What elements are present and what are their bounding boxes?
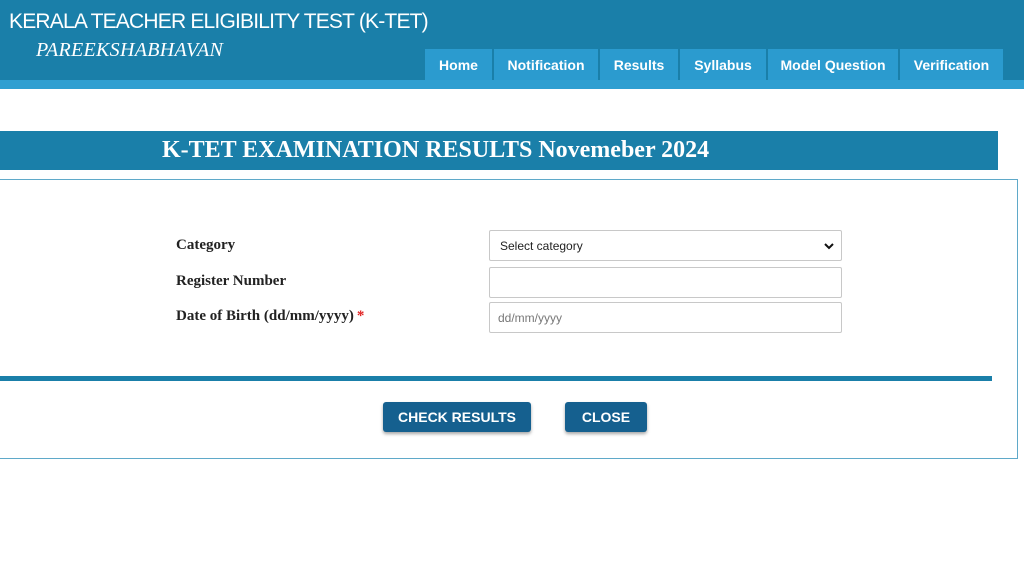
category-select-value: Select category (500, 238, 583, 253)
register-number-input[interactable] (489, 267, 842, 298)
dob-input[interactable] (489, 302, 842, 333)
dob-label-text: Date of Birth (dd/mm/yyyy) (176, 308, 354, 324)
nav-notification[interactable]: Notification (494, 49, 598, 80)
page-title: K-TET EXAMINATION RESULTS Novemeber 2024 (162, 137, 710, 163)
required-asterisk: * (356, 308, 365, 324)
category-select[interactable]: Select category (489, 230, 842, 261)
category-label: Category (176, 237, 236, 253)
results-banner: K-TET EXAMINATION RESULTS Novemeber 2024 (0, 131, 998, 170)
form-divider (0, 376, 992, 381)
nav-syllabus[interactable]: Syllabus (680, 49, 766, 80)
chevron-down-icon (824, 243, 834, 250)
nav-home[interactable]: Home (425, 49, 492, 80)
nav-model-question[interactable]: Model Question (768, 49, 898, 80)
check-results-button[interactable]: CHECK RESULTS (383, 402, 531, 432)
close-button[interactable]: CLOSE (565, 402, 647, 432)
dob-label: Date of Birth (dd/mm/yyyy) * (176, 308, 364, 325)
register-number-label: Register Number (176, 273, 287, 289)
site-subtitle: PAREEKSHABHAVAN (36, 39, 224, 61)
nav-verification[interactable]: Verification (900, 49, 1003, 80)
nav-results[interactable]: Results (600, 49, 678, 80)
site-title: KERALA TEACHER ELIGIBILITY TEST (K-TET) (9, 10, 429, 33)
header-divider-bar (0, 80, 1024, 89)
